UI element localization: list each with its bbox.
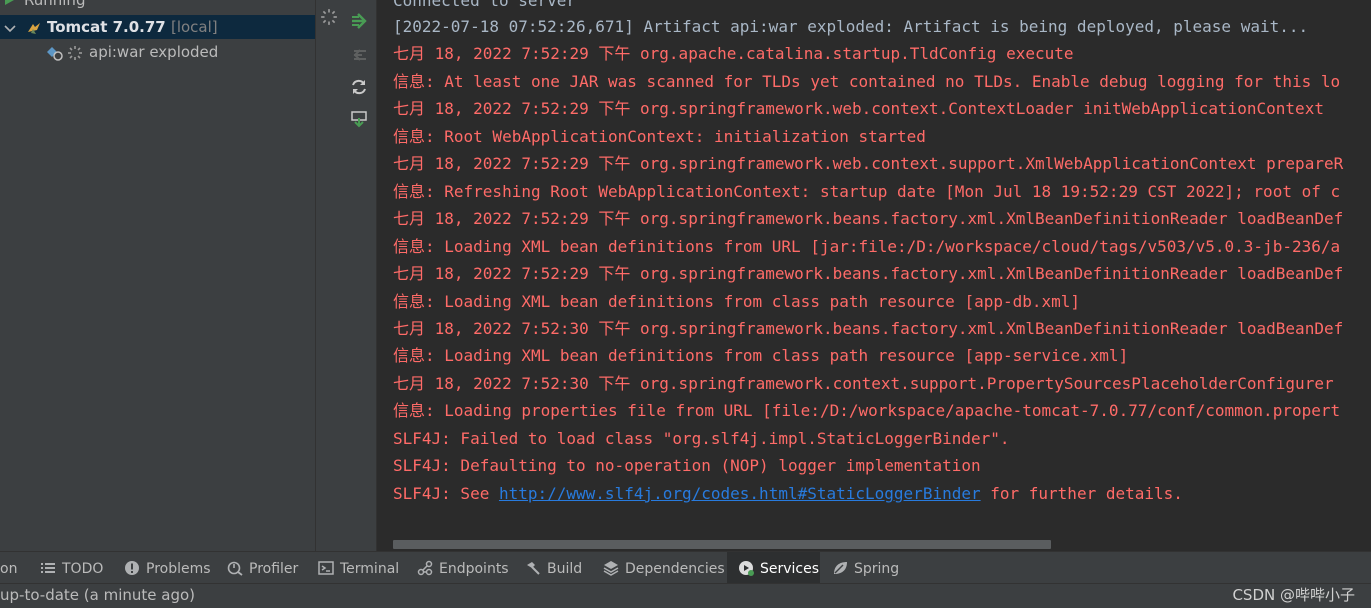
console-line: 信息: Loading XML bean definitions from cl…: [393, 346, 1129, 365]
list-icon: [40, 555, 56, 573]
tomcat-icon: [26, 19, 42, 35]
console-line: [2022-07-18 07:52:26,671] Artifact api:w…: [393, 17, 1309, 36]
console-line: 七月 18, 2022 7:52:29 下午 org.springframewo…: [393, 99, 1324, 118]
console-line: 七月 18, 2022 7:52:29 下午 org.springframewo…: [393, 209, 1344, 228]
loading-spinner-icon: [67, 44, 83, 60]
tab-services[interactable]: Services: [727, 552, 820, 584]
artifact-label: api:war exploded: [89, 43, 219, 61]
running-icon: [5, 0, 14, 5]
endpoints-icon: [417, 555, 433, 576]
console-toolbar: [316, 0, 377, 551]
console-line: 七月 18, 2022 7:52:29 下午 org.apache.catali…: [393, 44, 1074, 63]
tomcat-local-tag: [local]: [170, 18, 218, 36]
console-output[interactable]: Connected to server [2022-07-18 07:52:26…: [377, 0, 1371, 551]
tab-partial[interactable]: on: [0, 552, 17, 584]
console-line: 信息: Loading XML bean definitions from UR…: [393, 237, 1341, 256]
undeploy-button[interactable]: [348, 44, 370, 66]
horizontal-scrollbar[interactable]: [393, 540, 1051, 549]
scroll-to-end-icon[interactable]: [348, 108, 370, 130]
tree-item-tomcat[interactable]: Tomcat 7.0.77 [local]: [0, 15, 315, 39]
console-line: 信息: Root WebApplicationContext: initiali…: [393, 127, 926, 146]
console-line-slf4j-see: SLF4J: See http://www.slf4j.org/codes.ht…: [393, 484, 1183, 503]
deploy-button[interactable]: [348, 10, 370, 32]
console-line: 七月 18, 2022 7:52:29 下午 org.springframewo…: [393, 264, 1344, 283]
tab-spring[interactable]: Spring: [832, 552, 899, 584]
console-line: 七月 18, 2022 7:52:30 下午 org.springframewo…: [393, 319, 1344, 338]
artifact-icon: [46, 44, 64, 61]
spinner-status-icon: [318, 6, 340, 28]
console-line: 信息: Loading XML bean definitions from cl…: [393, 292, 1081, 311]
refresh-icon[interactable]: [348, 76, 370, 98]
running-label: Running: [24, 0, 86, 9]
csdn-watermark: CSDN @哔哔小子: [1232, 586, 1355, 604]
console-line: SLF4J: Failed to load class "org.slf4j.i…: [393, 429, 1010, 448]
tab-todo[interactable]: TODO: [40, 552, 103, 584]
tomcat-server-name: Tomcat 7.0.77 [local]: [47, 18, 218, 36]
status-bar: up-to-date (a minute ago) CSDN @哔哔小子: [0, 583, 1371, 608]
tab-build[interactable]: Build: [525, 552, 582, 584]
console-line: 信息: At least one JAR was scanned for TLD…: [393, 72, 1341, 91]
slf4j-link[interactable]: http://www.slf4j.org/codes.html#StaticLo…: [499, 484, 981, 503]
tab-problems[interactable]: Problems: [124, 552, 211, 584]
tab-profiler[interactable]: Profiler: [227, 552, 298, 584]
profiler-icon: [227, 555, 243, 576]
services-tree: Running Tomcat 7.0.77 [local] api:war ex…: [0, 0, 316, 551]
tab-terminal[interactable]: Terminal: [318, 552, 399, 584]
console-line: 信息: Refreshing Root WebApplicationContex…: [393, 182, 1341, 201]
tab-endpoints[interactable]: Endpoints: [417, 552, 509, 584]
alert-icon: [124, 555, 140, 575]
status-message: up-to-date (a minute ago): [0, 586, 196, 604]
services-icon: [738, 555, 754, 576]
hammer-icon: [525, 555, 541, 575]
console-line: 七月 18, 2022 7:52:29 下午 org.springframewo…: [393, 154, 1344, 173]
console-line: SLF4J: Defaulting to no-operation (NOP) …: [393, 456, 981, 475]
tab-dependencies[interactable]: Dependencies: [603, 552, 725, 584]
console-line-partial: Connected to server: [393, 0, 577, 10]
console-line: 七月 18, 2022 7:52:30 下午 org.springframewo…: [393, 374, 1334, 393]
console-line: 信息: Loading properties file from URL [fi…: [393, 401, 1341, 420]
layers-icon: [603, 555, 619, 576]
tool-window-tabbar: on TODO Problems Profiler Terminal Endpo…: [0, 551, 1371, 584]
terminal-icon: [318, 555, 334, 575]
chevron-down-icon[interactable]: [4, 19, 16, 43]
spring-leaf-icon: [832, 555, 848, 574]
